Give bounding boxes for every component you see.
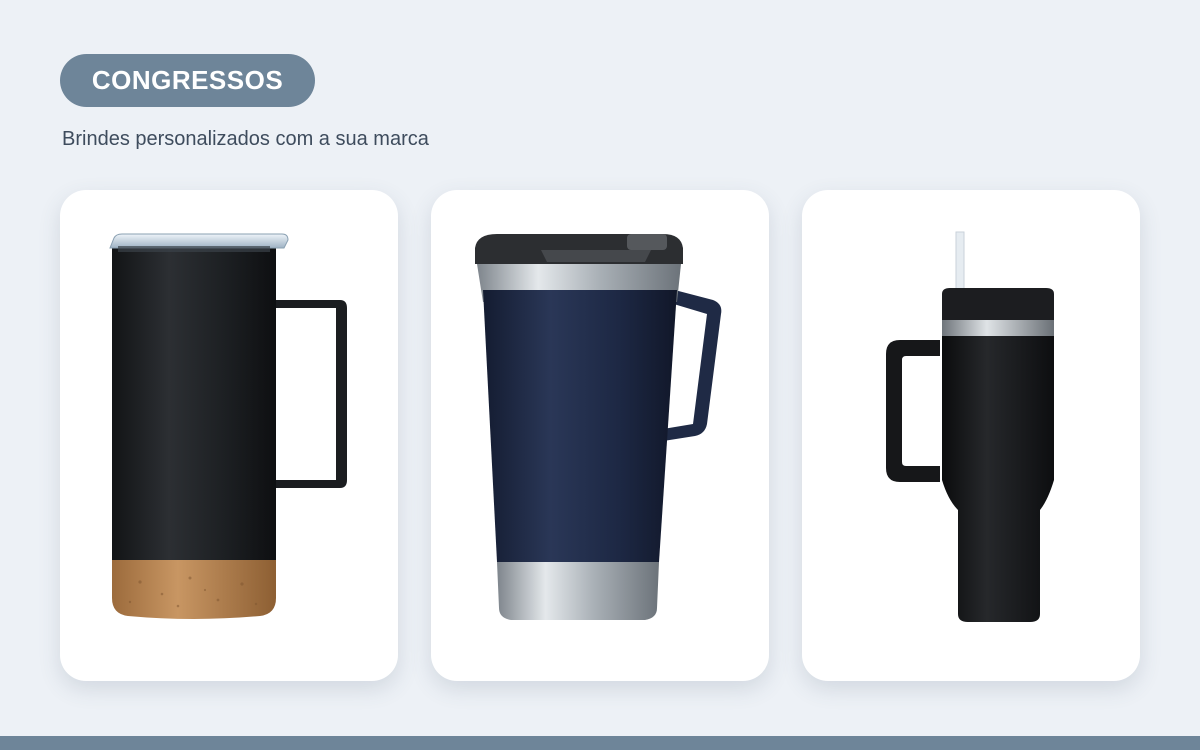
product-card-straw-tumbler[interactable] <box>802 190 1140 681</box>
travel-mug-cork-base-icon <box>109 233 347 619</box>
page-subtitle: Brindes personalizados com a sua marca <box>62 128 429 150</box>
category-badge: CONGRESSOS <box>60 54 315 107</box>
category-label: CONGRESSOS <box>91 65 284 95</box>
footer-bar <box>0 736 1200 750</box>
tumbler-straw-handle-icon <box>886 231 1054 622</box>
product-card-beer-tumbler[interactable] <box>431 190 769 681</box>
beer-tumbler-lid-icon <box>475 234 722 620</box>
product-card-travel-mug[interactable] <box>60 190 398 681</box>
